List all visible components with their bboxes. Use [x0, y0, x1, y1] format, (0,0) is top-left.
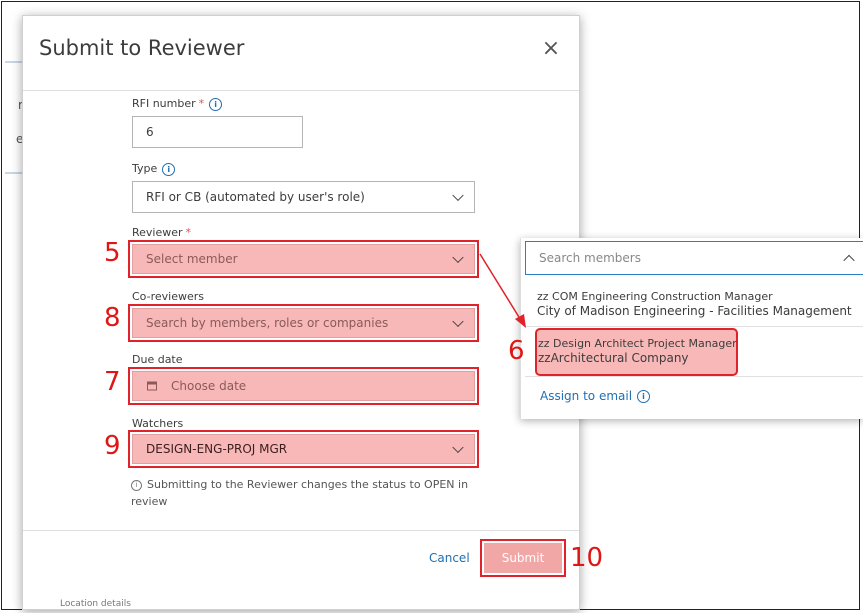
background-divider — [5, 172, 23, 174]
type-label-text: Type — [132, 162, 158, 175]
step-number: 7 — [104, 367, 121, 397]
member-search-popup: Search members zz COM Engineering Constr… — [520, 238, 863, 419]
search-members-input[interactable]: Search members — [525, 241, 863, 275]
background-footer-text: Location details — [60, 599, 131, 609]
background-divider — [5, 61, 23, 63]
rfi-number-input[interactable]: 6 — [132, 116, 303, 148]
due-date-label: Due date — [132, 353, 183, 366]
rfi-number-label-text: RFI number — [132, 97, 196, 110]
close-icon[interactable]: × — [540, 38, 562, 60]
info-icon[interactable]: i — [209, 97, 223, 111]
member-company: zzArchitectural Company — [538, 351, 689, 365]
popup-divider — [525, 326, 863, 327]
assign-to-email-link[interactable]: Assign to email i — [540, 389, 651, 403]
submit-button[interactable]: Submit — [480, 539, 566, 577]
due-date-placeholder: Choose date — [171, 379, 247, 393]
watchers-label: Watchers — [132, 417, 184, 430]
watchers-select[interactable]: DESIGN-ENG-PROJ MGR — [128, 430, 479, 468]
info-icon: i — [131, 479, 142, 491]
popup-divider — [525, 376, 863, 377]
chevron-down-icon — [452, 315, 464, 328]
member-role: zz Design Architect Project Manager — [538, 337, 737, 350]
type-label: Type i — [132, 162, 176, 176]
chevron-down-icon — [452, 441, 464, 454]
step-number: 9 — [104, 431, 121, 461]
type-select[interactable]: RFI or CB (automated by user's role) — [132, 181, 475, 213]
member-option[interactable]: zz Design Architect Project Manager zzAr… — [538, 336, 737, 366]
reviewer-label: Reviewer * — [132, 226, 191, 239]
footer-divider — [23, 530, 579, 531]
dialog-title: Submit to Reviewer — [39, 36, 245, 60]
type-value: RFI or CB (automated by user's role) — [146, 190, 365, 204]
step-number: 6 — [508, 336, 525, 366]
chevron-down-icon — [452, 251, 464, 264]
co-reviewers-placeholder: Search by members, roles or companies — [146, 316, 389, 330]
required-mark: * — [185, 226, 192, 239]
watchers-value: DESIGN-ENG-PROJ MGR — [146, 442, 288, 456]
co-reviewers-select[interactable]: Search by members, roles or companies — [128, 304, 479, 342]
helper-text-content: Submitting to the Reviewer changes the s… — [131, 478, 469, 508]
info-icon[interactable]: i — [162, 162, 176, 176]
calendar-icon — [147, 381, 157, 391]
chevron-down-icon — [452, 189, 464, 202]
assign-to-email-label: Assign to email — [540, 389, 633, 403]
step-number: 10 — [570, 543, 604, 573]
member-option[interactable]: zz COM Engineering Construction Manager … — [537, 289, 852, 319]
member-role: zz COM Engineering Construction Manager — [537, 290, 773, 303]
info-icon[interactable]: i — [637, 390, 651, 403]
member-company: City of Madison Engineering - Facilities… — [537, 304, 852, 318]
rfi-number-value: 6 — [146, 125, 154, 139]
due-date-picker[interactable]: Choose date — [128, 367, 479, 405]
reviewer-placeholder: Select member — [146, 252, 238, 266]
step-number: 8 — [104, 303, 121, 333]
reviewer-select[interactable]: Select member — [128, 240, 479, 278]
helper-text: i Submitting to the Reviewer changes the … — [131, 476, 481, 510]
co-reviewers-label: Co-reviewers — [132, 290, 204, 303]
header-divider — [23, 90, 579, 91]
reviewer-label-text: Reviewer — [132, 226, 183, 239]
search-members-placeholder: Search members — [539, 251, 641, 265]
step-number: 5 — [104, 238, 121, 268]
required-mark: * — [198, 97, 205, 110]
chevron-up-icon[interactable] — [843, 254, 855, 267]
cancel-button[interactable]: Cancel — [429, 551, 470, 565]
rfi-number-label: RFI number * i — [132, 97, 223, 111]
